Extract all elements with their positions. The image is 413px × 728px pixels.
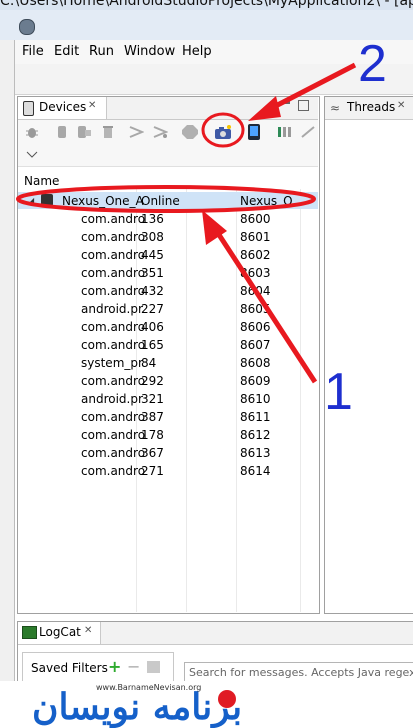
watermark-url: www.BarnameNevisan.org [96,683,202,692]
red-arrow-1-shaft [209,222,318,384]
red-circle-screen-capture [201,112,245,148]
annotation-number-1: 1 [324,363,353,421]
red-arrow-2-head [248,96,281,121]
annotation-number-2: 2 [358,35,387,93]
red-ellipse-device-row [16,185,316,213]
watermark-logo-text: برنامه نویسان [32,686,243,728]
